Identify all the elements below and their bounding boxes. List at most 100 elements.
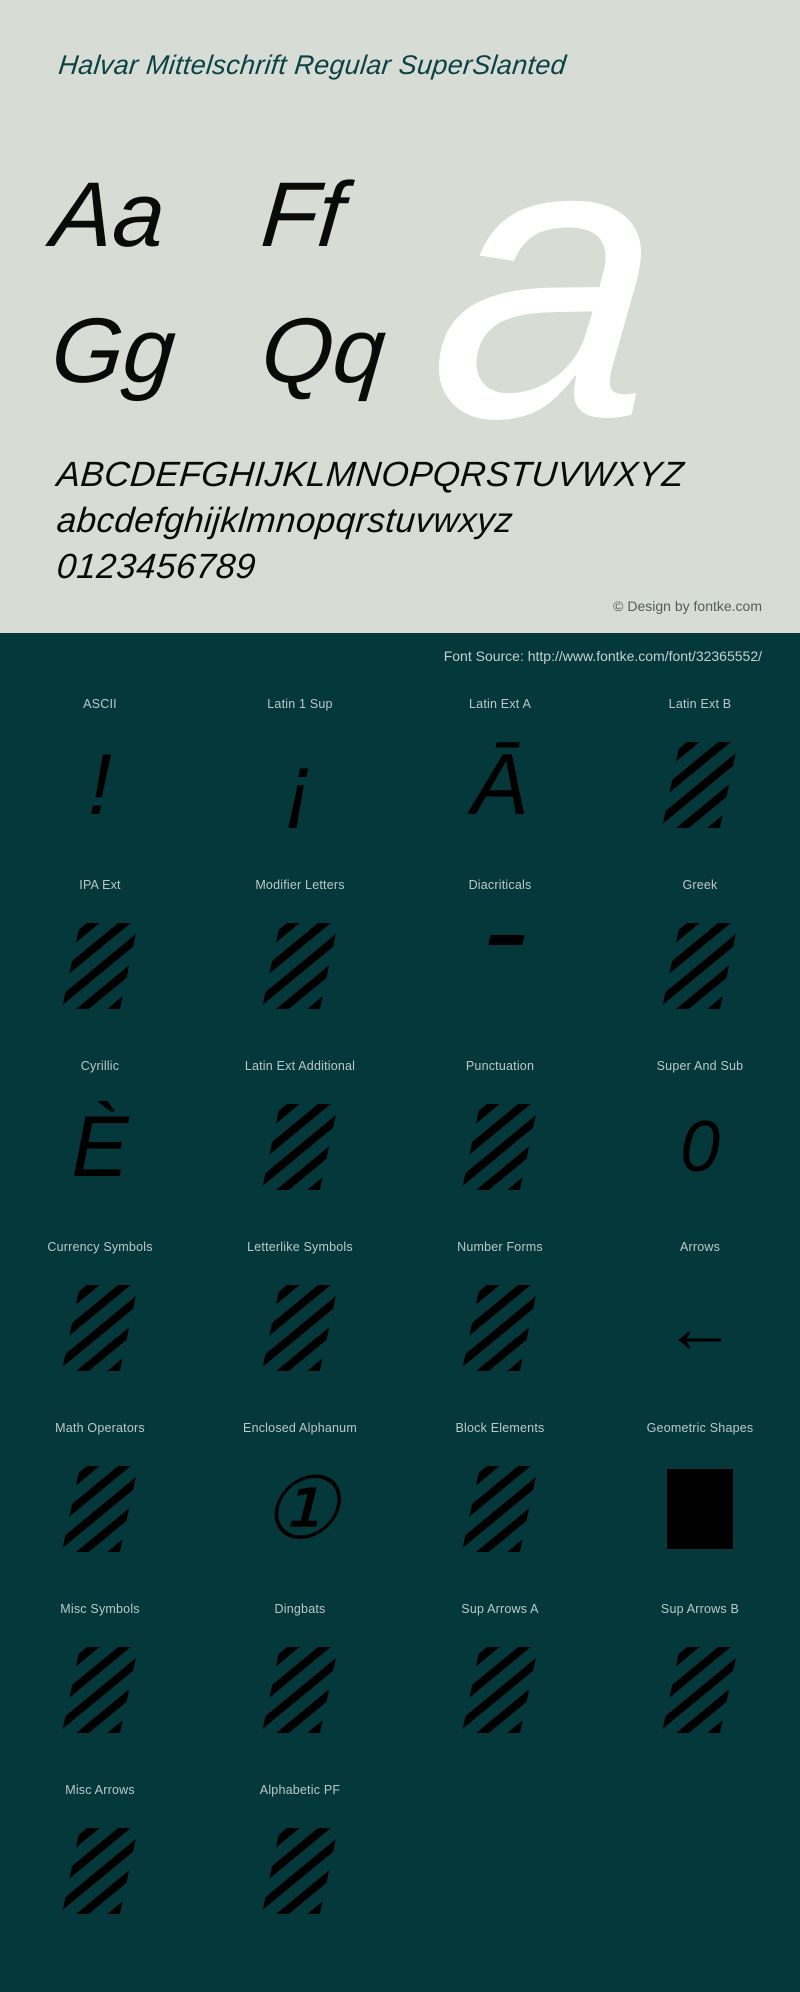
unicode-block-cell[interactable]: Punctuation (400, 1047, 600, 1228)
sample-pair-gg: Gg (47, 300, 180, 402)
hatch-pattern (261, 1828, 339, 1914)
empty-slot (450, 1821, 550, 1921)
unicode-block-cell[interactable]: Geometric Shapes (600, 1409, 800, 1590)
alphabet-block: ABCDEFGHIJKLMNOPQRSTUVWXYZ abcdefghijklm… (55, 452, 686, 590)
notdef-hatch-icon (650, 735, 750, 835)
unicode-block-label: Super And Sub (656, 1059, 744, 1073)
unicode-block-sample-glyph (450, 916, 550, 1016)
unicode-block-sample-glyph: ¡ (285, 737, 315, 833)
unicode-block-cell[interactable]: Misc Symbols (0, 1590, 200, 1771)
lowercase-alphabet: abcdefghijklmnopqrstuvwxyz (55, 501, 515, 540)
unicode-block-cell[interactable]: Currency Symbols (0, 1228, 200, 1409)
hatch-pattern (661, 923, 739, 1009)
unicode-block-label: Latin Ext Additional (244, 1059, 356, 1073)
unicode-block-label: Enclosed Alphanum (243, 1421, 357, 1435)
notdef-hatch-icon (50, 1640, 150, 1740)
notdef-hatch-icon (450, 1278, 550, 1378)
unicode-block-cell[interactable]: Cyrillic Ѐ (0, 1047, 200, 1228)
unicode-block-cell[interactable]: Dingbats (200, 1590, 400, 1771)
unicode-block-label: ASCII (83, 697, 117, 711)
unicode-block-cell[interactable]: Modifier Letters (200, 866, 400, 1047)
unicode-block-cell[interactable]: Greek (600, 866, 800, 1047)
sample-pair-row: Aa Ff (48, 160, 477, 296)
notdef-hatch-icon (250, 1640, 350, 1740)
hatch-pattern (461, 1466, 539, 1552)
unicode-block-label: Block Elements (455, 1421, 545, 1435)
hatch-pattern (261, 923, 339, 1009)
unicode-block-cell[interactable]: IPA Ext (0, 866, 200, 1047)
notdef-hatch-icon (650, 1640, 750, 1740)
unicode-block-label: Arrows (679, 1240, 721, 1254)
notdef-hatch-icon (50, 1278, 150, 1378)
unicode-block-sample-glyph: ① (261, 1461, 339, 1557)
unicode-block-cell[interactable]: Letterlike Symbols (200, 1228, 400, 1409)
unicode-block-cell[interactable]: Arrows ← (600, 1228, 800, 1409)
unicode-block-label: Cyrillic (80, 1059, 120, 1073)
unicode-block-label: Misc Arrows (65, 1783, 135, 1797)
hatch-pattern (461, 1647, 539, 1733)
unicode-block-cell[interactable]: Diacriticals (400, 866, 600, 1047)
design-credit: © Design by fontke.com (613, 598, 762, 614)
sample-letter-pairs: Aa Ff Gg Qq (48, 160, 477, 432)
hatch-pattern (261, 1104, 339, 1190)
unicode-block-sample-glyph: Ā (471, 737, 529, 833)
filled-square-icon (650, 1459, 750, 1559)
unicode-block-label: Currency Symbols (47, 1240, 153, 1254)
unicode-block-cell[interactable]: Math Operators (0, 1409, 200, 1590)
unicode-block-label: Alphabetic PF (259, 1783, 341, 1797)
unicode-block-cell[interactable]: ASCII! (0, 685, 200, 866)
unicode-block-label: Punctuation (465, 1059, 535, 1073)
unicode-blocks-panel: Font Source: http://www.fontke.com/font/… (0, 633, 800, 1992)
unicode-block-label: Dingbats (274, 1602, 326, 1616)
unicode-block-cell-empty (400, 1771, 600, 1952)
notdef-hatch-icon (250, 1278, 350, 1378)
unicode-block-cell[interactable]: Super And Sub 0 (600, 1047, 800, 1228)
unicode-block-label: Geometric Shapes (646, 1421, 754, 1435)
unicode-block-label: Latin 1 Sup (267, 697, 333, 711)
unicode-block-cell[interactable]: Number Forms (400, 1228, 600, 1409)
unicode-block-cell-empty (600, 1771, 800, 1952)
unicode-block-cell[interactable]: Latin Ext Additional (200, 1047, 400, 1228)
solid-square (667, 1469, 733, 1549)
unicode-block-cell[interactable]: Misc Arrows (0, 1771, 200, 1952)
unicode-block-label: Math Operators (55, 1421, 145, 1435)
uppercase-alphabet: ABCDEFGHIJKLMNOPQRSTUVWXYZ (55, 455, 686, 494)
digits-row: 0123456789 (55, 547, 258, 586)
hatch-pattern (461, 1104, 539, 1190)
unicode-block-cell[interactable]: Latin Ext A Ā (400, 685, 600, 866)
unicode-block-cell[interactable]: Enclosed Alphanum ① (200, 1409, 400, 1590)
unicode-block-label: Greek (682, 878, 718, 892)
unicode-block-cell[interactable]: Sup Arrows A (400, 1590, 600, 1771)
unicode-block-cell[interactable]: Sup Arrows B (600, 1590, 800, 1771)
hatch-pattern (61, 1466, 139, 1552)
sample-pair-aa: Aa (47, 164, 170, 266)
unicode-block-label: IPA Ext (79, 878, 121, 892)
notdef-hatch-icon (50, 1821, 150, 1921)
specimen-preview-panel: a Halvar Mittelschrift Regular SuperSlan… (0, 0, 800, 633)
notdef-hatch-icon (650, 916, 750, 1016)
unicode-block-sample-glyph: ← (664, 1288, 736, 1368)
notdef-hatch-icon (250, 1821, 350, 1921)
macron-dash (488, 935, 525, 945)
unicode-block-label: Letterlike Symbols (247, 1240, 353, 1254)
hatch-pattern (61, 1647, 139, 1733)
notdef-hatch-icon (250, 1097, 350, 1197)
unicode-block-cell[interactable]: Block Elements (400, 1409, 600, 1590)
notdef-hatch-icon (450, 1097, 550, 1197)
unicode-block-label: Modifier Letters (255, 878, 345, 892)
unicode-block-cell[interactable]: Latin Ext B (600, 685, 800, 866)
unicode-block-label: Diacriticals (468, 878, 532, 892)
font-source-link[interactable]: Font Source: http://www.fontke.com/font/… (444, 648, 762, 664)
unicode-block-label: Number Forms (457, 1240, 543, 1254)
hatch-pattern (461, 1285, 539, 1371)
sample-pair-qq: Qq (257, 300, 390, 402)
unicode-block-cell[interactable]: Alphabetic PF (200, 1771, 400, 1952)
notdef-hatch-icon (50, 1459, 150, 1559)
notdef-hatch-icon (50, 916, 150, 1016)
hatch-pattern (61, 923, 139, 1009)
hatch-pattern (661, 742, 739, 828)
sample-pair-ff: Ff (257, 164, 349, 266)
unicode-block-cell[interactable]: Latin 1 Sup ¡ (200, 685, 400, 866)
unicode-block-label: Latin Ext B (668, 697, 732, 711)
font-title: Halvar Mittelschrift Regular SuperSlante… (57, 50, 568, 80)
